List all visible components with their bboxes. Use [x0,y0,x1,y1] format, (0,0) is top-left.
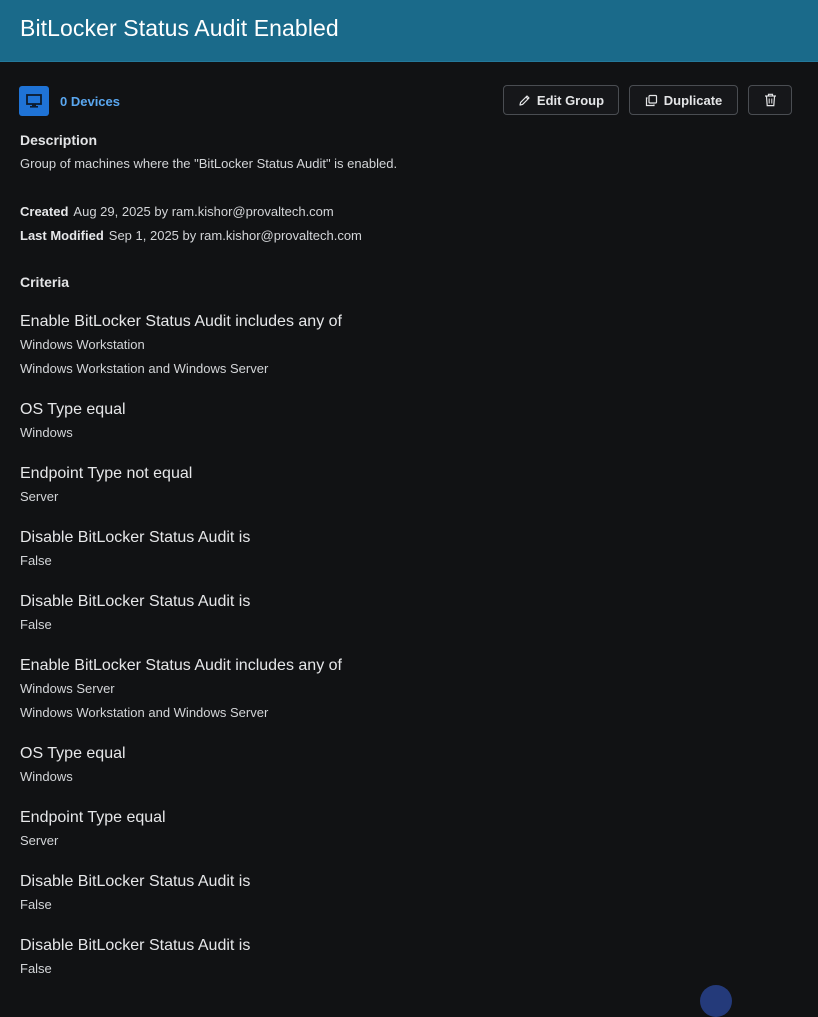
created-row: Created Aug 29, 2025 by ram.kishor@proval… [20,204,334,219]
created-value: Aug 29, 2025 by ram.kishor@provaltech.co… [73,204,334,219]
copy-icon [645,94,657,106]
edit-group-button[interactable]: Edit Group [503,85,619,115]
criterion-title: Disable BitLocker Status Audit is [20,937,251,954]
created-label: Created [20,204,69,219]
criterion-value: Server [20,489,59,504]
last-modified-value: Sep 1, 2025 by ram.kishor@provaltech.com [108,228,362,243]
page-title: BitLocker Status Audit Enabled [20,15,339,41]
devices-summary: 0 Devices [19,86,120,116]
criterion-value: Windows Server [20,681,115,696]
last-modified-label: Last Modified [20,228,104,243]
pencil-icon [519,94,530,106]
criterion-value: Windows Workstation and Windows Server [20,361,269,376]
criterion-title: Enable BitLocker Status Audit includes a… [20,313,342,330]
criterion-value: Windows [20,769,73,784]
criterion-title: Enable BitLocker Status Audit includes a… [20,657,342,674]
description-heading: Description [20,132,98,148]
description-text: Group of machines where the "BitLocker S… [20,156,398,171]
delete-button[interactable] [748,85,792,115]
criterion-value: Windows Workstation [20,337,145,352]
criterion-value: Windows [20,425,73,440]
criteria-heading: Criteria [20,274,70,290]
criterion-title: Disable BitLocker Status Audit is [20,873,251,890]
duplicate-label: Duplicate [663,92,723,108]
edit-group-label: Edit Group [536,92,605,108]
criterion-value: False [20,553,52,568]
criterion-value: Windows Workstation and Windows Server [20,705,269,720]
last-modified-row: Last Modified Sep 1, 2025 by ram.kishor@p… [20,228,362,243]
duplicate-button[interactable]: Duplicate [629,85,738,115]
criterion-title: Endpoint Type not equal [20,465,193,482]
criterion-value: Server [20,833,59,848]
monitor-icon [19,86,49,116]
trash-icon [764,93,776,107]
criterion-value: False [20,961,52,976]
criterion-value: False [20,897,52,912]
devices-count-link[interactable]: 0 Devices [60,94,120,109]
page-header: BitLocker Status Audit Enabled [0,0,818,62]
criterion-title: Endpoint Type equal [20,809,166,826]
criterion-title: Disable BitLocker Status Audit is [20,529,251,546]
criterion-title: Disable BitLocker Status Audit is [20,593,251,610]
criterion-title: OS Type equal [20,401,126,418]
criterion-value: False [20,617,52,632]
criterion-title: OS Type equal [20,745,126,762]
